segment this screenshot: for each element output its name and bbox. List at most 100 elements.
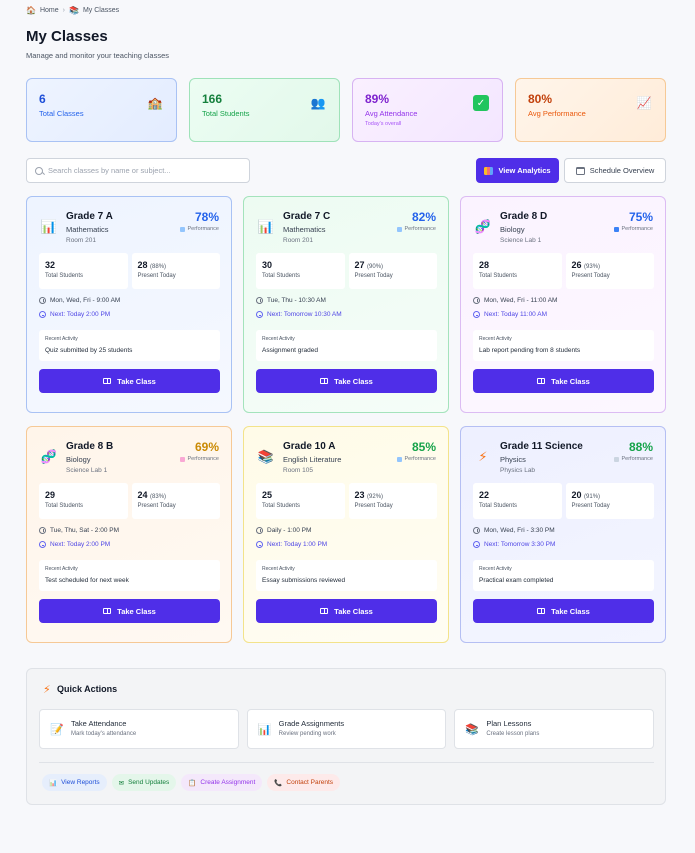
total-students-box: 32 Total Students	[39, 253, 128, 289]
count-row: 30 Total Students 27 (90%) Present Today	[256, 253, 437, 289]
present-today-value: 24 (83%)	[138, 490, 215, 500]
view-analytics-button[interactable]: View Analytics	[476, 158, 559, 183]
recent-activity-label: Recent Activity	[479, 336, 512, 342]
stat-avg-performance: 80% Avg Performance 📈	[515, 78, 666, 142]
total-students-value: 28	[479, 260, 490, 270]
book-icon	[103, 608, 112, 614]
dna-icon: 🧬	[40, 449, 58, 464]
recent-activity-text: Practical exam completed	[479, 577, 554, 584]
total-students-box: 29 Total Students	[39, 483, 128, 519]
total-students-label: Total Students	[45, 503, 84, 509]
class-schedule: Mon, Wed, Fri - 11:00 AM	[473, 297, 557, 304]
search-box[interactable]	[26, 158, 250, 183]
quick-action-plan-lessons[interactable]: 📚 Plan Lessons Create lesson plans	[454, 709, 655, 749]
total-students-box: 22 Total Students	[473, 483, 562, 519]
stat-value: 166	[202, 92, 223, 106]
next-text: Next: Today 2:00 PM	[50, 311, 111, 318]
present-today-value: 23 (92%)	[355, 490, 432, 500]
present-percent: (83%)	[150, 494, 167, 500]
stat-label: Total Classes	[39, 109, 84, 118]
performance-icon	[179, 456, 185, 462]
students-icon: 👥	[310, 96, 326, 110]
present-percent: (88%)	[150, 264, 167, 270]
home-icon: 🏠	[26, 6, 36, 15]
breadcrumb: 🏠 Home › 📚 My Classes	[26, 6, 119, 15]
class-grid: 📊 Grade 7 A Mathematics Room 201 78% Per…	[26, 196, 666, 643]
schedule-overview-button[interactable]: Schedule Overview	[564, 158, 666, 183]
recent-activity: Recent Activity Assignment graded	[256, 330, 437, 361]
take-class-label: Take Class	[117, 606, 156, 616]
page-subtitle: Manage and monitor your teaching classes	[26, 51, 169, 60]
take-class-button[interactable]: Take Class	[256, 369, 437, 393]
breadcrumb-home[interactable]: Home	[40, 7, 59, 14]
class-card: 📊 Grade 7 A Mathematics Room 201 78% Per…	[26, 196, 232, 413]
lightning-icon: ⚡	[43, 684, 51, 696]
view-reports-link[interactable]: 📊 View Reports	[42, 774, 107, 791]
class-schedule: Tue, Thu - 10:30 AM	[256, 297, 326, 304]
recent-activity-label: Recent Activity	[262, 566, 295, 572]
performance-icon	[613, 226, 619, 232]
stat-total-classes: 6 Total Classes 🏫	[26, 78, 177, 142]
quick-action-grade-assignments[interactable]: 📊 Grade Assignments Review pending work	[246, 709, 447, 749]
create-assignment-link[interactable]: 📋 Create Assignment	[181, 774, 263, 791]
performance-icon	[396, 226, 402, 232]
count-row: 22 Total Students 20 (91%) Present Today	[473, 483, 654, 519]
class-card: 📚 Grade 10 A English Literature Room 105…	[243, 426, 449, 643]
check-icon: ✓	[473, 95, 489, 111]
performance-label-text: Performance	[621, 456, 654, 462]
take-class-button[interactable]: Take Class	[39, 369, 220, 393]
phone-icon: 📞	[274, 779, 283, 787]
clock-icon	[256, 527, 263, 534]
chart-icon: 📊	[257, 724, 272, 736]
send-updates-label: Send Updates	[128, 779, 170, 786]
contact-parents-link[interactable]: 📞 Contact Parents	[267, 774, 341, 791]
recent-activity: Recent Activity Test scheduled for next …	[39, 560, 220, 591]
class-name: Grade 7 A	[66, 211, 113, 222]
stat-avg-attendance: 89% Avg Attendance Today's overall ✓	[352, 78, 503, 142]
class-room: Science Lab 1	[500, 237, 542, 244]
total-students-box: 28 Total Students	[473, 253, 562, 289]
quick-action-take-attendance[interactable]: 📝 Take Attendance Mark today's attendanc…	[39, 709, 239, 749]
contact-parents-label: Contact Parents	[286, 779, 334, 786]
stat-label: Total Students	[202, 109, 250, 118]
chart-icon: 📈	[636, 96, 652, 110]
recent-activity: Recent Activity Quiz submitted by 25 stu…	[39, 330, 220, 361]
class-card: ⚡ Grade 11 Science Physics Physics Lab 8…	[460, 426, 666, 643]
clock-icon	[473, 297, 480, 304]
schedule-text: Mon, Wed, Fri - 9:00 AM	[50, 297, 121, 304]
present-today-box: 28 (88%) Present Today	[131, 253, 220, 289]
next-session: Next: Tomorrow 3:30 PM	[473, 541, 555, 548]
recent-activity: Recent Activity Practical exam completed	[473, 560, 654, 591]
class-subject: Biology	[500, 225, 525, 234]
next-text: Next: Today 11:00 AM	[484, 311, 547, 318]
take-class-button[interactable]: Take Class	[256, 599, 437, 623]
quick-actions-row: 📝 Take Attendance Mark today's attendanc…	[39, 709, 655, 749]
class-schedule: Mon, Wed, Fri - 3:30 PM	[473, 527, 555, 534]
search-input[interactable]	[48, 166, 238, 175]
present-today-label: Present Today	[137, 503, 176, 509]
performance-label: Performance	[179, 226, 219, 232]
class-card: 🧬 Grade 8 B Biology Science Lab 1 69% Pe…	[26, 426, 232, 643]
schedule-text: Mon, Wed, Fri - 3:30 PM	[484, 527, 555, 534]
take-class-button[interactable]: Take Class	[39, 599, 220, 623]
send-updates-link[interactable]: ✉ Send Updates	[111, 774, 177, 791]
next-session: Next: Today 1:00 PM	[256, 541, 327, 548]
class-name: Grade 11 Science	[500, 441, 583, 452]
bar-chart-icon: 📊	[257, 219, 275, 234]
take-class-button[interactable]: Take Class	[473, 369, 654, 393]
next-session: Next: Today 2:00 PM	[39, 311, 110, 318]
class-subject: Mathematics	[66, 225, 109, 234]
schedule-text: Tue, Thu - 10:30 AM	[267, 297, 326, 304]
performance-label: Performance	[396, 456, 436, 462]
class-room: Room 105	[283, 467, 313, 474]
create-assignment-label: Create Assignment	[200, 779, 256, 786]
search-icon	[35, 166, 43, 175]
quick-links: 📊 View Reports ✉ Send Updates 📋 Create Assi…	[42, 774, 341, 791]
recent-activity-text: Test scheduled for next week	[45, 577, 129, 584]
clock-icon	[256, 297, 263, 304]
divider	[39, 762, 654, 763]
take-class-button[interactable]: Take Class	[473, 599, 654, 623]
quick-action-sub: Review pending work	[278, 731, 336, 737]
recent-activity: Recent Activity Essay submissions review…	[256, 560, 437, 591]
present-today-value: 20 (91%)	[572, 490, 649, 500]
